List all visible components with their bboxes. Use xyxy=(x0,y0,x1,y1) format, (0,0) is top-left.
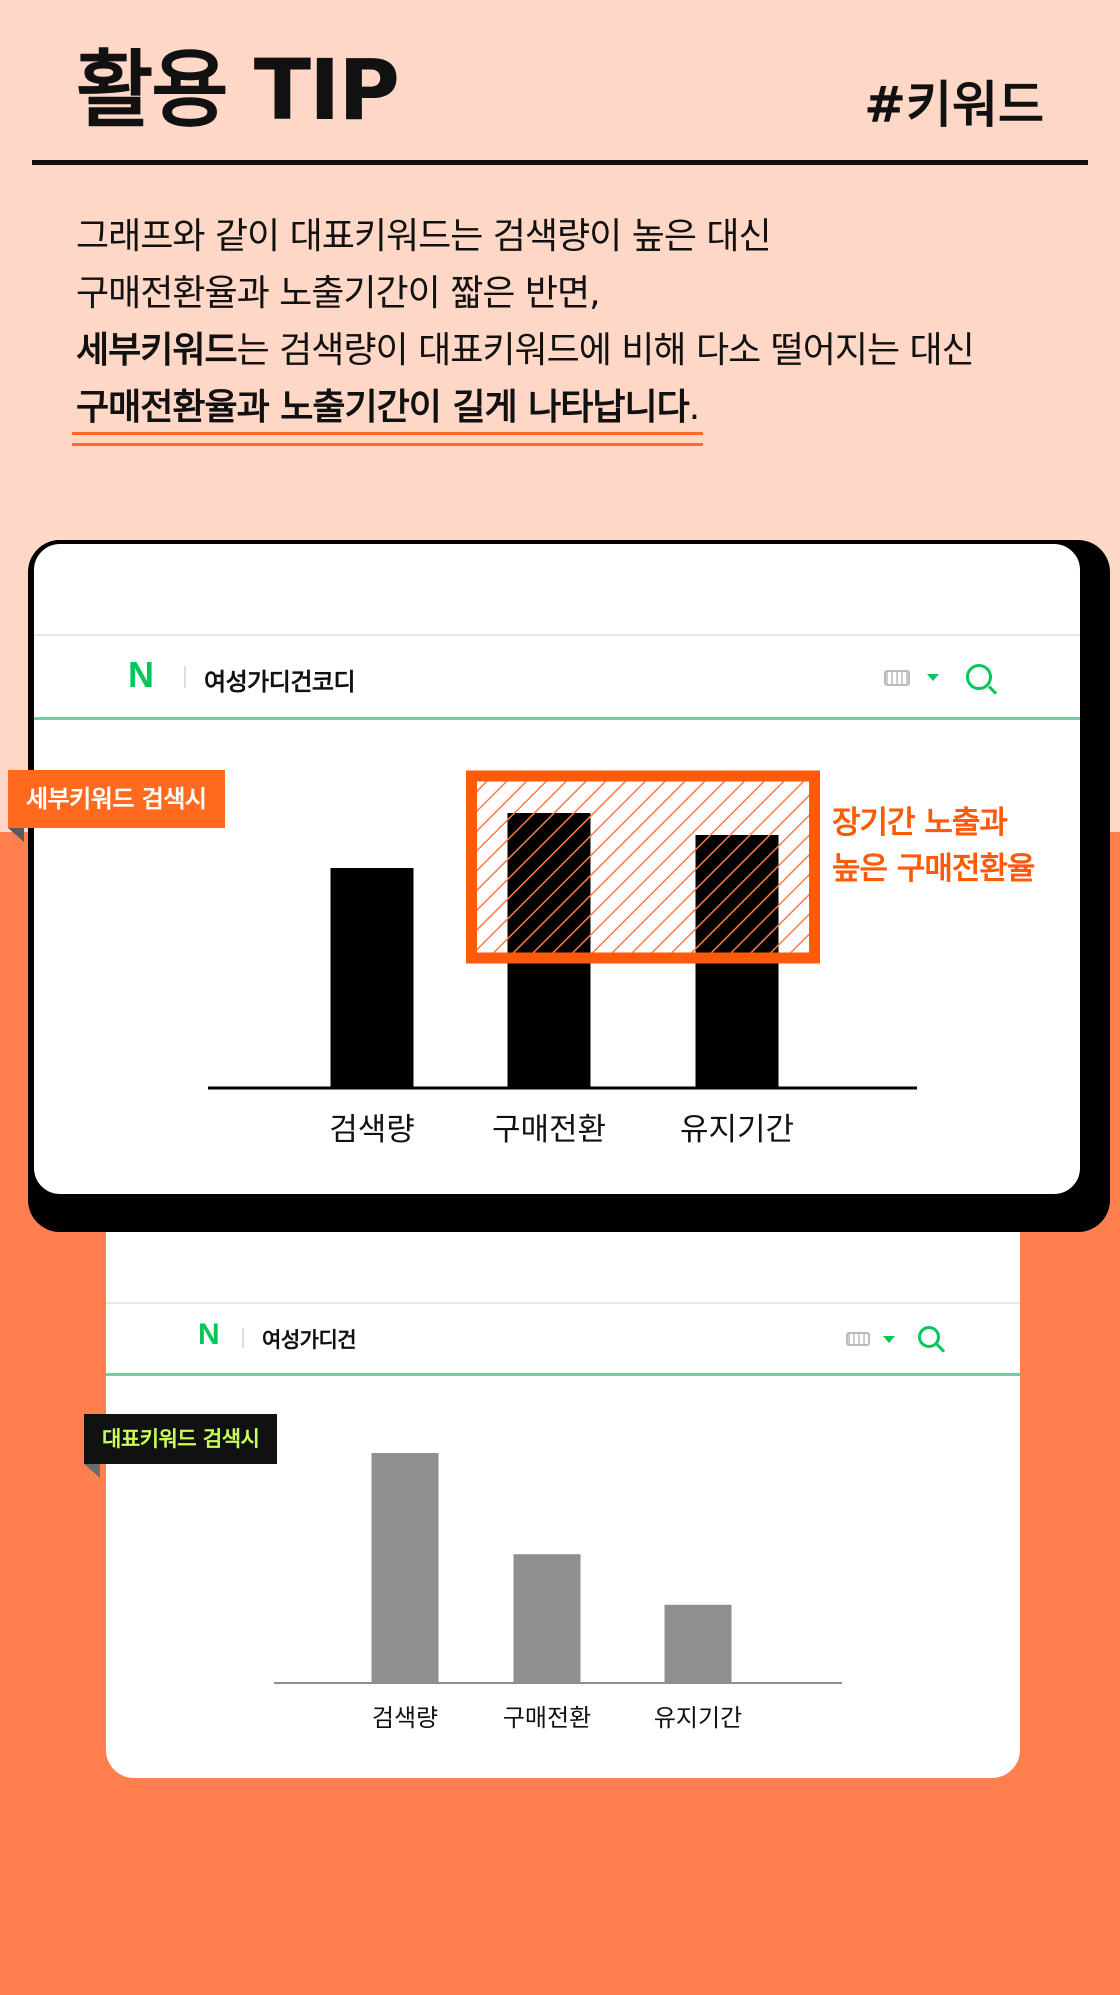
detail-keyword-badge: 세부키워드 검색시 xyxy=(8,770,225,828)
detail-highlight-box xyxy=(466,770,820,964)
callout-line-1: 장기간 노출과 xyxy=(832,805,1008,841)
main-bar-3 xyxy=(664,1604,732,1683)
detail-category-label: 검색량 xyxy=(329,1112,415,1148)
detail-keyword-badge-fold xyxy=(8,828,24,842)
main-keyword-badge-fold xyxy=(84,1464,100,1478)
main-bar-1 xyxy=(371,1453,439,1683)
main-category-label: 구매전환 xyxy=(503,1704,591,1732)
detail-category-label: 유지기간 xyxy=(680,1112,794,1148)
main-keyword-badge: 대표키워드 검색시 xyxy=(84,1414,278,1464)
callout-line-2: 높은 구매전환율 xyxy=(832,851,1035,887)
main-category-label: 검색량 xyxy=(372,1704,438,1732)
detail-bar-1 xyxy=(330,868,414,1088)
highlight-callout: 장기간 노출과 높은 구매전환율 xyxy=(832,800,1035,892)
charts: 검색량 구매전환 유지기간검색량 구매전환 유지기간 xyxy=(208,770,917,1732)
detail-category-label: 구매전환 xyxy=(492,1112,606,1148)
main-bar-2 xyxy=(513,1554,581,1683)
main-category-label: 유지기간 xyxy=(654,1704,742,1732)
